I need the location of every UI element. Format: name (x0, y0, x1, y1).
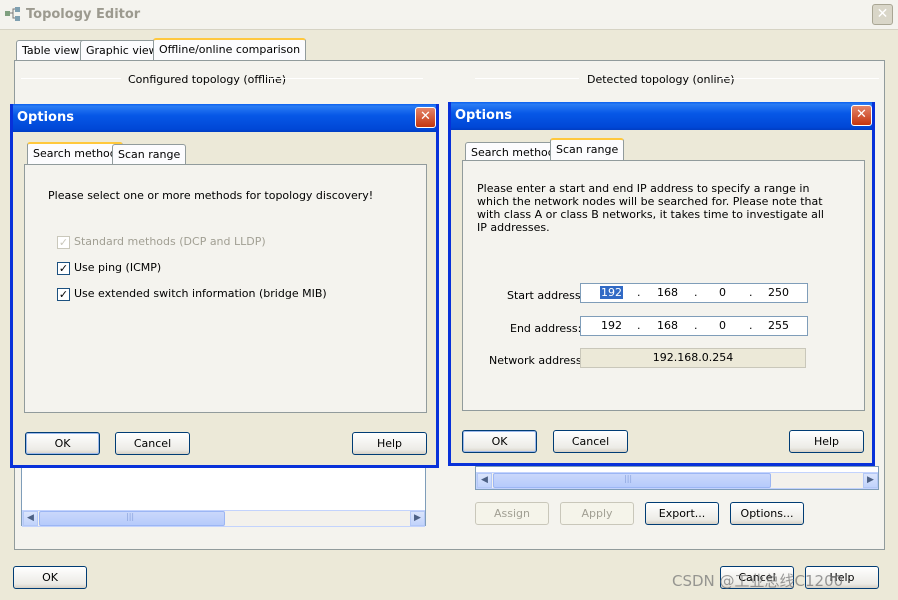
search-method-instruction: Please select one or more methods for to… (48, 189, 374, 202)
main-close-button[interactable]: ✕ (872, 4, 893, 25)
watermark: CSDN @工业总线C1200 (672, 572, 844, 590)
extended-switch-info-checkbox[interactable]: ✓ (57, 288, 70, 301)
end-octet-2: 168 (657, 319, 678, 332)
dialog-ok-button[interactable]: OK (25, 432, 100, 455)
end-octet-4: 255 (768, 319, 789, 332)
check-icon: ✓ (58, 288, 69, 301)
options-dialog-scan-range: Options ✕ Search method Scan range Pleas… (448, 102, 875, 466)
start-octet-4: 250 (768, 286, 789, 299)
topology-editor-icon (5, 7, 20, 21)
search-method-pane: Please select one or more methods for to… (24, 164, 427, 413)
close-icon: ✕ (420, 109, 431, 124)
offline-table[interactable]: ◀ ||| ▶ (21, 466, 426, 527)
divider (475, 78, 579, 79)
check-icon: ✓ (58, 262, 69, 275)
tab-label: Scan range (118, 148, 181, 161)
divider (269, 78, 423, 79)
start-octet-2: 168 (657, 286, 678, 299)
dialog-ok-button[interactable]: OK (462, 430, 537, 453)
tab-label: Search method (471, 146, 555, 159)
dialog-title-bar: Options (13, 104, 436, 132)
close-icon: ✕ (856, 107, 867, 122)
divider (719, 78, 879, 79)
tab-scan-range[interactable]: Scan range (112, 144, 187, 165)
end-octet-1: 192 (601, 319, 622, 332)
online-horizontal-scrollbar[interactable]: ◀ ||| ▶ (476, 472, 878, 489)
dialog-help-button[interactable]: Help (789, 430, 864, 453)
tab-graphic-view[interactable]: Graphic view (80, 40, 164, 61)
scrollbar-thumb[interactable]: ||| (39, 511, 225, 526)
divider (21, 78, 121, 79)
end-address-input[interactable]: 192 . 168 . 0 . 255 (580, 316, 808, 336)
online-table[interactable]: ◀ ||| ▶ (475, 466, 879, 490)
dialog-title: Options (17, 110, 74, 125)
tab-scan-range[interactable]: Scan range (550, 138, 625, 161)
octet-dot: . (637, 286, 641, 299)
octet-dot: . (749, 319, 753, 332)
standard-methods-label: Standard methods (DCP and LLDP) (74, 235, 266, 248)
grip-icon: ||| (126, 512, 135, 521)
tab-label: Graphic view (86, 44, 158, 57)
tab-label: Scan range (556, 143, 619, 156)
export-button[interactable]: Export... (645, 502, 719, 525)
use-ping-checkbox[interactable]: ✓ (57, 262, 70, 275)
scroll-left-icon[interactable]: ◀ (477, 473, 492, 488)
dialog-cancel-button[interactable]: Cancel (115, 432, 190, 455)
apply-button[interactable]: Apply (560, 502, 634, 525)
dialog-help-button[interactable]: Help (352, 432, 427, 455)
dialog-close-button[interactable]: ✕ (851, 105, 872, 126)
tab-search-method[interactable]: Search method (27, 142, 123, 165)
close-icon: ✕ (876, 6, 889, 22)
check-icon: ✓ (58, 236, 69, 249)
tab-label: Offline/online comparison (159, 43, 301, 56)
offline-heading: Configured topology (offline) (128, 73, 287, 86)
scan-range-pane: Please enter a start and end IP address … (462, 160, 865, 411)
options-dialog-search-method: Options ✕ Search method Scan range Pleas… (10, 104, 439, 468)
start-octet-1: 192 (600, 286, 623, 299)
tab-table-view[interactable]: Table view (16, 40, 86, 61)
network-address-label: Network address: (489, 354, 586, 367)
end-octet-3: 0 (719, 319, 726, 332)
use-ping-label: Use ping (ICMP) (74, 261, 162, 274)
standard-methods-checkbox[interactable]: ✓ (57, 236, 70, 249)
dialog-title: Options (455, 108, 512, 123)
scan-range-description: Please enter a start and end IP address … (477, 182, 824, 234)
options-button[interactable]: Options... (730, 502, 804, 525)
extended-switch-info-label: Use extended switch information (bridge … (74, 287, 327, 300)
tab-label: Search method (33, 147, 117, 160)
dialog-cancel-button[interactable]: Cancel (553, 430, 628, 453)
octet-dot: . (749, 286, 753, 299)
tab-label: Table view (22, 44, 80, 57)
octet-dot: . (694, 319, 698, 332)
network-address-field: 192.168.0.254 (580, 348, 806, 368)
grip-icon: ||| (624, 474, 633, 483)
scrollbar-thumb[interactable]: ||| (493, 473, 771, 488)
start-address-input[interactable]: 192 . 168 . 0 . 250 (580, 283, 808, 303)
octet-dot: . (694, 286, 698, 299)
main-window-title: Topology Editor (26, 7, 141, 22)
end-address-label: End address: (510, 322, 582, 335)
main-title-bar: Topology Editor ✕ (0, 0, 898, 30)
scroll-left-icon[interactable]: ◀ (23, 511, 38, 526)
scroll-right-icon[interactable]: ▶ (863, 473, 878, 488)
online-heading: Detected topology (online) (587, 73, 735, 86)
dialog-title-bar: Options (451, 102, 872, 130)
offline-horizontal-scrollbar[interactable]: ◀ ||| ▶ (22, 510, 425, 527)
octet-dot: . (637, 319, 641, 332)
dialog-close-button[interactable]: ✕ (415, 107, 436, 128)
main-ok-button[interactable]: OK (13, 566, 87, 589)
start-address-label: Start address: (507, 289, 585, 302)
tab-offline-online-comparison[interactable]: Offline/online comparison (153, 38, 307, 61)
assign-button[interactable]: Assign (475, 502, 549, 525)
scroll-right-icon[interactable]: ▶ (410, 511, 425, 526)
start-octet-3: 0 (719, 286, 726, 299)
